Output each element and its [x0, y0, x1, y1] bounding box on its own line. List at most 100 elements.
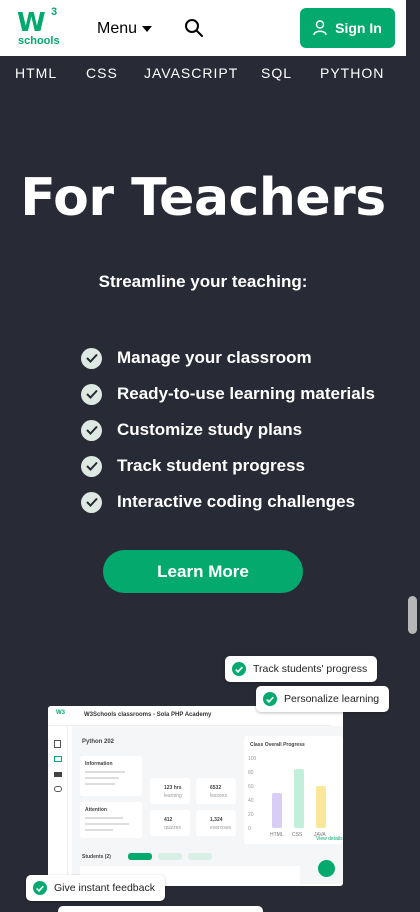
progress-bar-html	[272, 793, 282, 828]
progress-bar-label: CSS	[292, 832, 303, 838]
menu-button[interactable]: Menu	[97, 18, 153, 40]
check-icon	[263, 692, 277, 706]
nav-item-python[interactable]: PYTHON	[320, 65, 384, 81]
preview-body: Python 202 Information Attention 123 hrs…	[72, 726, 343, 884]
page-title: For Teachers	[20, 168, 386, 228]
students-filter[interactable]	[128, 853, 152, 860]
feature-text: Track student progress	[117, 456, 306, 475]
info-line	[85, 783, 115, 785]
nav-item-javascript[interactable]: JAVASCRIPT	[144, 65, 238, 81]
axis-tick-label: 40	[248, 798, 254, 804]
progress-bars	[266, 758, 338, 828]
check-icon	[33, 881, 47, 895]
feature-item: Interactive coding challenges	[81, 484, 375, 520]
search-icon	[185, 19, 203, 37]
user-icon	[313, 20, 327, 36]
sign-in-button[interactable]: Sign In	[300, 8, 395, 48]
stat-card: 6532 lessons	[196, 778, 236, 804]
nav-item-sql[interactable]: SQL	[261, 65, 292, 81]
progress-card: Class Overall Progress 100 80 60 40 20 0 View…	[244, 736, 343, 844]
info-heading: Information	[85, 761, 113, 767]
axis-tick-label: 0	[248, 826, 251, 832]
feature-pill: Give instant feedback	[26, 875, 165, 901]
students-filter[interactable]	[188, 853, 212, 860]
classroom-dashboard-preview: W3 W3Schools classrooms - Sola PHP Acade…	[48, 706, 343, 886]
students-label: Students (2)	[82, 854, 111, 860]
preview-window-title: W3Schools classrooms - Sola PHP Academy	[84, 712, 212, 718]
stat-label: learning	[164, 793, 182, 799]
stat-value: 1,324	[210, 817, 223, 823]
progress-axis: 100 80 60 40 20 0	[248, 756, 260, 838]
stat-card: 412 quizzes	[150, 810, 190, 836]
check-icon	[81, 419, 102, 441]
logo-superscript: 3	[51, 6, 58, 18]
users-icon	[54, 786, 62, 792]
attention-line	[85, 829, 113, 831]
stat-value: 123 hrs	[164, 785, 182, 791]
info-card: Information	[80, 756, 142, 796]
axis-tick-label: 20	[248, 812, 254, 818]
students-filter[interactable]	[158, 853, 182, 860]
feature-text: Ready-to-use learning materials	[117, 384, 375, 403]
feature-item: Track student progress	[81, 448, 375, 484]
monitor-icon	[54, 756, 62, 762]
add-student-button[interactable]	[318, 860, 335, 877]
menu-label: Menu	[97, 20, 138, 37]
stat-card: 1,324 exercises	[196, 810, 236, 836]
topic-nav: HTML CSS JAVASCRIPT SQL PYTHON	[0, 56, 410, 89]
check-icon	[81, 347, 102, 369]
progress-bar-css	[294, 768, 304, 828]
pill-text: Give instant feedback	[54, 882, 155, 894]
axis-tick-label: 80	[248, 770, 254, 776]
top-header: W 3 schools Menu Sign In	[0, 0, 420, 56]
hero-subtitle: Streamline your teaching:	[98, 272, 308, 291]
cap-icon	[54, 772, 62, 777]
attention-heading: Attention	[85, 807, 107, 813]
info-line	[85, 771, 125, 773]
attention-line	[85, 823, 129, 825]
logo-wordmark: schools	[18, 35, 60, 47]
progress-bar-java	[316, 786, 326, 828]
stat-label: exercises	[210, 825, 232, 831]
logo-mark: W	[17, 8, 46, 38]
check-icon	[81, 491, 102, 513]
pill-text: Personalize learning	[284, 693, 380, 705]
feature-pill	[58, 906, 263, 912]
feature-item: Customize study plans	[81, 412, 375, 448]
axis-tick-label: 100	[248, 756, 257, 762]
stat-card: 123 hrs learning	[150, 778, 190, 804]
axis-tick-label: 60	[248, 784, 254, 790]
stat-label: quizzes	[164, 825, 181, 831]
check-icon	[81, 383, 102, 405]
feature-list: Manage your classroom Ready-to-use learn…	[81, 340, 375, 520]
learn-more-button[interactable]: Learn More	[103, 550, 303, 593]
check-icon	[232, 662, 246, 676]
book-icon	[54, 740, 61, 748]
feature-text: Customize study plans	[117, 420, 303, 439]
caret-down-icon	[142, 26, 153, 32]
nav-item-css[interactable]: CSS	[86, 65, 118, 81]
course-title: Python 202	[82, 739, 115, 745]
info-line	[85, 777, 119, 779]
attention-card: Attention	[80, 802, 142, 838]
scrollbar-track[interactable]	[406, 0, 420, 912]
nav-item-html[interactable]: HTML	[15, 65, 57, 81]
progress-title: Class Overall Progress	[250, 742, 305, 748]
feature-text: Manage your classroom	[117, 348, 312, 367]
w3schools-logo[interactable]: W 3 schools	[17, 6, 61, 48]
feature-pill: Track students' progress	[225, 656, 378, 682]
stat-label: lessons	[210, 793, 227, 799]
pill-text: Track students' progress	[253, 663, 368, 675]
scrollbar-thumb[interactable]	[408, 596, 417, 634]
stat-value: 6532	[210, 785, 222, 791]
preview-sidebar	[48, 726, 68, 886]
attention-line	[85, 817, 123, 819]
sign-in-label: Sign In	[335, 20, 382, 36]
feature-item: Ready-to-use learning materials	[81, 376, 375, 412]
feature-text: Interactive coding challenges	[117, 492, 356, 511]
check-icon	[81, 455, 102, 477]
search-button[interactable]	[184, 18, 204, 38]
stat-value: 412	[164, 817, 173, 823]
feature-item: Manage your classroom	[81, 340, 375, 376]
preview-logo: W3	[56, 710, 65, 716]
